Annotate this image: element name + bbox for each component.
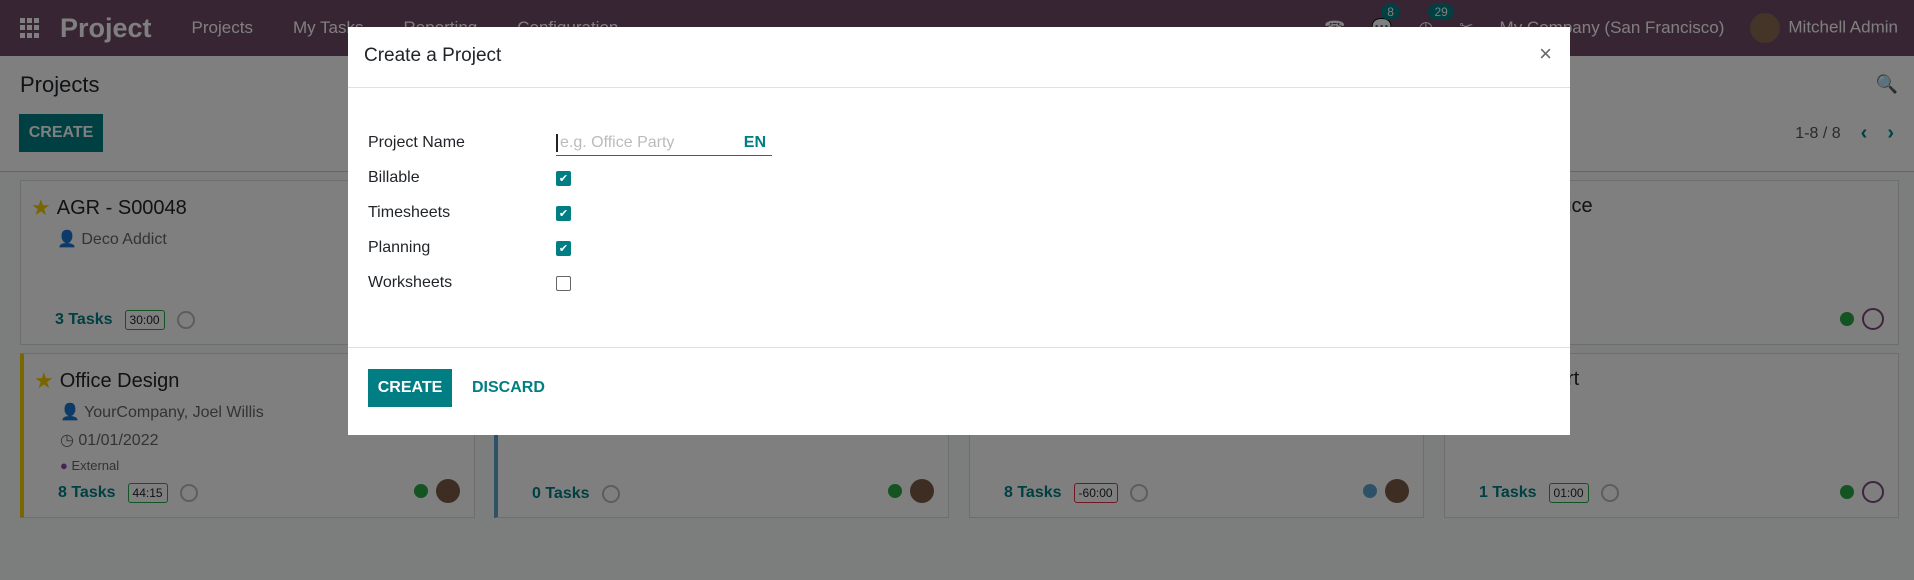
dialog-create-button[interactable]: CREATE bbox=[368, 369, 452, 407]
planning-label: Planning bbox=[368, 239, 431, 256]
project-name-label: Project Name bbox=[368, 134, 465, 151]
worksheets-label: Worksheets bbox=[368, 274, 453, 291]
timesheets-label: Timesheets bbox=[368, 204, 451, 221]
timesheets-checkbox[interactable]: ✔ bbox=[556, 205, 571, 221]
planning-checkbox[interactable]: ✔ bbox=[556, 240, 571, 256]
dialog-title: Create a Project bbox=[364, 45, 502, 66]
project-name-input[interactable] bbox=[556, 133, 726, 152]
discard-button[interactable]: DISCARD bbox=[472, 379, 545, 397]
billable-label: Billable bbox=[368, 169, 420, 186]
billable-checkbox[interactable]: ✔ bbox=[556, 170, 571, 186]
create-project-dialog: Create a Project × Project Name EN Billab… bbox=[348, 27, 1570, 435]
close-icon[interactable]: × bbox=[1539, 41, 1552, 67]
worksheets-checkbox[interactable] bbox=[556, 275, 571, 291]
language-button[interactable]: EN bbox=[744, 134, 766, 152]
